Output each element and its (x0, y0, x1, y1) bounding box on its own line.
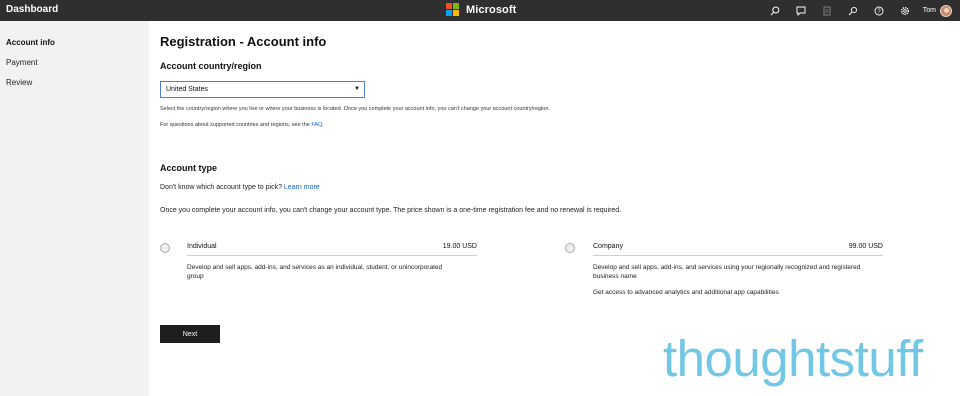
faq-suffix: . (322, 122, 324, 128)
country-select-value: United States (166, 86, 209, 93)
microsoft-logo-icon (446, 3, 459, 16)
topbar-icons: ? Tom (762, 3, 952, 18)
individual-title: Individual (187, 243, 217, 250)
individual-divider (187, 255, 477, 256)
account-type-heading: Account type (160, 163, 218, 173)
brand-name: Microsoft (466, 3, 517, 16)
faq-prefix: For questions about supported countries … (160, 122, 312, 128)
sidebar-item-account-info[interactable]: Account info (6, 38, 55, 47)
avatar[interactable] (940, 4, 952, 17)
dropdown-arrow-icon: ▼ (354, 86, 360, 92)
sidebar: Account info Payment Review (0, 21, 149, 396)
country-faq-text: For questions about supported countries … (160, 122, 324, 128)
company-description: Develop and sell apps, add-ins, and serv… (593, 264, 861, 281)
company-extra-description: Get access to advanced analytics and add… (593, 289, 779, 296)
sidebar-item-payment[interactable]: Payment (6, 58, 38, 67)
account-type-note: Once you complete your account info, you… (160, 207, 622, 214)
account-type-help: Don't know which account type to pick? L… (160, 184, 320, 191)
country-select[interactable]: United States ▼ (160, 81, 365, 98)
learn-more-prefix: Don't know which account type to pick? (160, 184, 284, 191)
company-price: 99.00 USD (848, 243, 883, 250)
company-title: Company (593, 243, 623, 250)
faq-link[interactable]: FAQ (311, 122, 322, 128)
company-radio[interactable] (565, 243, 575, 253)
country-help-text: Select the country/region where you live… (160, 106, 550, 112)
watermark-text: thoughtstuff (663, 330, 923, 387)
document-icon[interactable] (814, 3, 840, 18)
individual-radio[interactable] (160, 243, 170, 253)
individual-price: 19.00 USD (442, 243, 477, 250)
user-name[interactable]: Tom (923, 7, 936, 14)
country-heading: Account country/region (160, 61, 262, 71)
gear-icon[interactable] (892, 3, 918, 18)
chat-icon[interactable] (788, 3, 814, 18)
sidebar-item-review[interactable]: Review (6, 78, 32, 87)
feedback-icon[interactable] (840, 3, 866, 18)
individual-description: Develop and sell apps, add-ins, and serv… (187, 264, 443, 281)
learn-more-link[interactable]: Learn more (284, 184, 320, 191)
top-bar: Dashboard Microsoft ? Tom (0, 0, 960, 21)
help-icon[interactable]: ? (866, 3, 892, 18)
search-icon[interactable] (762, 3, 788, 18)
microsoft-brand: Microsoft (446, 3, 516, 16)
next-button[interactable]: Next (160, 325, 220, 343)
page-title: Registration - Account info (160, 34, 327, 49)
dashboard-link[interactable]: Dashboard (6, 4, 58, 15)
company-divider (593, 255, 883, 256)
